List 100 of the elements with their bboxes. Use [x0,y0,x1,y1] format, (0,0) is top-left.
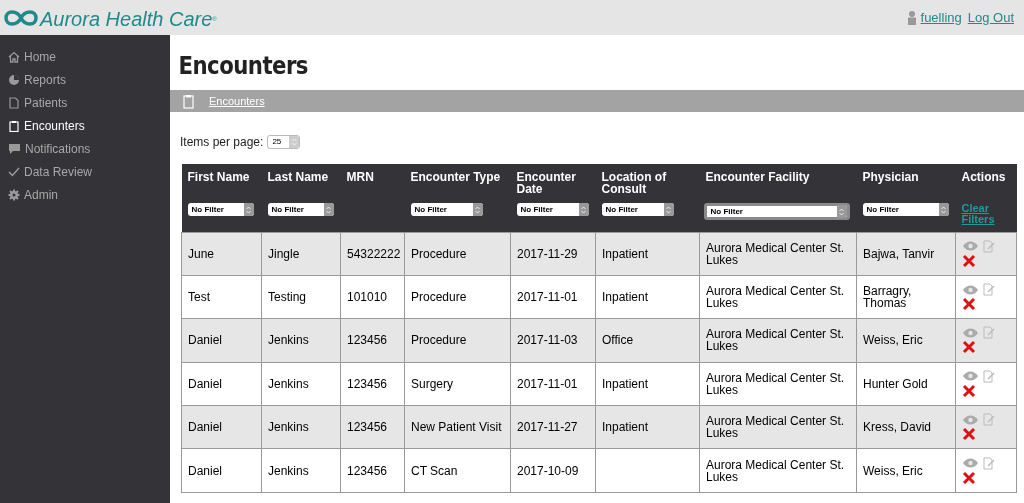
delete-icon[interactable] [962,340,976,355]
edit-icon[interactable] [983,369,995,383]
eye-icon[interactable] [962,241,979,252]
sidebar-item[interactable]: Patients [0,91,170,114]
table-cell: Jingle [268,246,300,261]
delete-icon[interactable] [962,383,976,398]
column-header: Location of Consult [601,171,668,198]
filter-dropdown[interactable]: No Filter [267,203,334,216]
sidebar-item[interactable]: Data Review [0,160,170,183]
table-cell: Inpatient [602,420,649,435]
table-cell: Bajwa, Tanvir [863,246,935,261]
table-cell: 123456 [347,420,388,435]
stepper-icon [291,138,297,146]
filter-dropdown[interactable]: No Filter [703,203,850,220]
table-cell: Aurora Medical Center St. Lukes [706,414,845,441]
edit-icon[interactable] [983,239,995,253]
table-cell: 2017-11-27 [517,420,578,435]
table-cell: Procedure [411,290,467,305]
table-cell: 123456 [347,333,388,348]
table-cell: Jenkins [268,463,309,478]
chat-icon [8,142,21,155]
table-cell: Aurora Medical Center St. Lukes [706,457,845,484]
stepper-icon [475,205,480,214]
table-cell: Daniel [188,420,223,435]
edit-icon[interactable] [983,283,995,297]
table-cell: 2017-11-03 [517,333,578,348]
table-cell: Daniel [188,463,223,478]
table-cell: Kress, David [863,420,932,435]
column-header: Physician [862,171,920,186]
table-cell: Procedure [411,246,467,261]
items-per-page-dropdown[interactable]: 25 [267,135,301,149]
edit-icon[interactable] [983,413,995,427]
table-cell: 2017-11-01 [517,290,578,305]
column-header: First Name [187,171,251,186]
sidebar-item[interactable]: Admin [0,183,170,206]
table-cell: Weiss, Eric [863,333,923,348]
eye-icon[interactable] [962,371,979,382]
table-cell: Jenkins [268,376,309,391]
table-cell: Aurora Medical Center St. Lukes [706,240,845,267]
table-cell: Daniel [188,333,223,348]
filter-dropdown[interactable]: No Filter [862,203,949,216]
table-cell: Aurora Medical Center St. Lukes [706,284,845,311]
stepper-icon [839,207,844,216]
stepper-icon [246,205,251,214]
table-cell: Test [188,290,210,305]
delete-icon[interactable] [962,470,976,485]
clear-filters-link[interactable]: Clear Filters [961,203,1011,225]
table-cell: 2017-10-09 [517,463,579,478]
eye-icon[interactable] [962,284,979,295]
table-cell: Inpatient [602,376,649,391]
table-cell: Barragry, Thomas [863,284,912,311]
sidebar-item[interactable]: Reports [0,68,170,91]
table-cell: 54322222 [347,246,401,261]
table-cell: Aurora Medical Center St. Lukes [706,370,845,397]
table-cell: Inpatient [602,290,649,305]
table-cell: Jenkins [268,333,309,348]
filter-dropdown[interactable]: No Filter [187,203,254,216]
stepper-icon [581,205,586,214]
delete-icon[interactable] [962,427,976,442]
home-icon [8,50,20,63]
eye-icon[interactable] [962,458,979,469]
sidebar-item[interactable]: Encounters [0,114,170,137]
table-cell: Daniel [188,376,223,391]
filter-dropdown[interactable]: No Filter [601,203,674,216]
table-cell: Weiss, Eric [863,463,923,478]
table-cell: 101010 [347,290,388,305]
filter-dropdown[interactable]: No Filter [516,203,589,216]
table-cell: CT Scan [411,463,458,478]
edit-icon[interactable] [983,456,995,470]
table-cell: Aurora Medical Center St. Lukes [706,327,845,354]
table-cell: Procedure [411,333,467,348]
table-cell: June [188,246,215,261]
stepper-icon [941,205,946,214]
logo-text: Aurora Health Care [40,8,213,29]
check-icon [8,165,20,178]
table-cell: Surgery [411,376,454,391]
sidebar-item[interactable]: Notifications [0,137,170,160]
table-cell: Office [602,333,634,348]
logout-link[interactable]: Log Out [967,7,1014,28]
filter-dropdown[interactable]: No Filter [410,203,483,216]
username-link[interactable]: fuelling [920,7,962,28]
column-header: MRN [346,171,375,186]
clipboard-icon [183,93,194,109]
edit-icon[interactable] [983,326,995,340]
table-cell: 123456 [347,463,388,478]
eye-icon[interactable] [962,327,979,338]
gear-icon [8,188,20,201]
table-cell: New Patient Visit [411,420,502,435]
table-cell: 2017-11-29 [517,246,578,261]
table-cell: Inpatient [602,246,649,261]
delete-icon[interactable] [962,253,976,268]
page-title: Encounters [177,50,309,82]
stepper-icon [666,205,671,214]
sidebar-item[interactable]: Home [0,45,170,68]
table-cell: Jenkins [268,420,309,435]
delete-icon[interactable] [962,297,976,312]
file-icon [8,96,20,109]
table-cell: Testing [268,290,307,305]
eye-icon[interactable] [962,414,979,425]
column-header: Encounter Type [410,171,502,186]
